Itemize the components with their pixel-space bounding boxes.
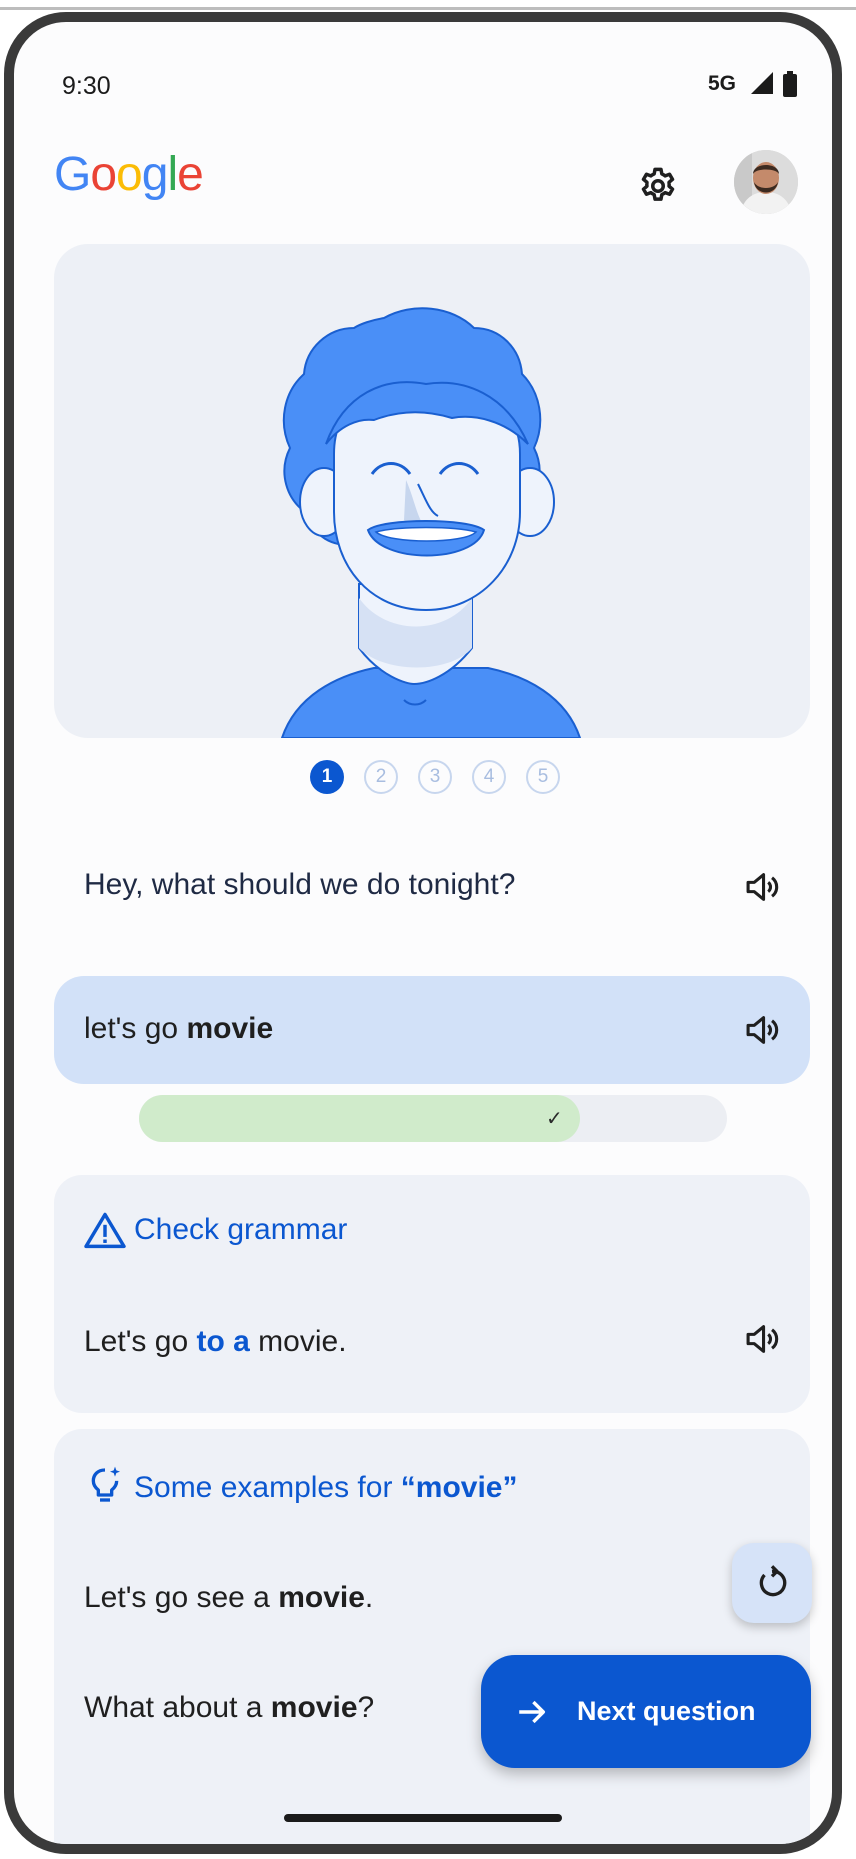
speaker-icon (746, 1325, 779, 1353)
play-correction-button[interactable] (740, 1317, 784, 1361)
answer-text: let's go movie (84, 1012, 273, 1046)
corrected-after: movie. (249, 1325, 347, 1358)
reset-button[interactable] (732, 1543, 812, 1623)
profile-avatar[interactable] (734, 150, 798, 214)
answer-prefix: let's go (84, 1012, 187, 1045)
network-type: 5G (708, 72, 737, 95)
question-text: Hey, what should we do tonight? (84, 868, 516, 901)
phone-frame: 9:30 5G Google 1 2 3 4 5 Hey, what shoul… (4, 12, 842, 1854)
step-4[interactable]: 4 (472, 760, 506, 794)
avatar-image (734, 150, 798, 214)
google-logo: Google (54, 148, 204, 201)
grammar-card: Check grammar Let's go to a movie. (54, 1175, 810, 1413)
score-bar: ✓ (139, 1095, 727, 1142)
example-1-bold: movie (278, 1581, 365, 1614)
battery-icon (783, 71, 797, 97)
examples-title-prefix: Some examples for (134, 1471, 401, 1504)
example-sentence-2: What about a movie? (84, 1691, 374, 1725)
examples-card: Some examples for “movie” Let's go see a… (54, 1429, 810, 1844)
step-1[interactable]: 1 (310, 760, 344, 794)
top-border (0, 0, 856, 12)
signal-icon (751, 72, 773, 94)
corrected-sentence: Let's go to a movie. (84, 1325, 347, 1359)
answer-highlight: movie (186, 1012, 274, 1045)
step-3[interactable]: 3 (418, 760, 452, 794)
examples-title-term: “movie” (400, 1471, 518, 1504)
next-question-label: Next question (577, 1696, 756, 1726)
example-sentence-1: Let's go see a movie. (84, 1581, 373, 1615)
example-1-before: Let's go see a (84, 1581, 279, 1614)
step-5[interactable]: 5 (526, 760, 560, 794)
play-answer-button[interactable] (740, 1008, 784, 1052)
play-question-button[interactable] (740, 865, 784, 909)
settings-button[interactable] (634, 162, 682, 210)
app-screen: 9:30 5G Google 1 2 3 4 5 Hey, what shoul… (14, 22, 832, 1844)
refresh-icon (759, 1565, 787, 1597)
example-2-before: What about a (84, 1691, 271, 1724)
answer-card: let's go movie (54, 976, 810, 1084)
character-illustration-card (54, 244, 810, 738)
check-icon: ✓ (546, 1108, 563, 1130)
arrow-right-icon (515, 1695, 549, 1729)
speaker-icon (746, 873, 779, 901)
examples-title: Some examples for “movie” (134, 1471, 518, 1505)
corrected-highlight: to a (196, 1325, 250, 1358)
step-2[interactable]: 2 (364, 760, 398, 794)
step-indicator: 1 2 3 4 5 (310, 760, 560, 794)
character-illustration (280, 307, 582, 738)
example-2-bold: movie (270, 1691, 358, 1724)
lightbulb-icon (91, 1466, 120, 1502)
warning-icon (84, 1212, 126, 1249)
status-time: 9:30 (62, 72, 111, 100)
grammar-title: Check grammar (134, 1213, 348, 1246)
home-indicator[interactable] (284, 1814, 562, 1822)
corrected-before: Let's go (84, 1325, 197, 1358)
next-question-button[interactable]: Next question (481, 1655, 811, 1768)
speaker-icon (746, 1016, 779, 1044)
gear-icon (641, 167, 675, 201)
score-bar-fill (139, 1095, 580, 1142)
example-1-after: . (364, 1581, 374, 1614)
example-2-after: ? (357, 1691, 375, 1724)
